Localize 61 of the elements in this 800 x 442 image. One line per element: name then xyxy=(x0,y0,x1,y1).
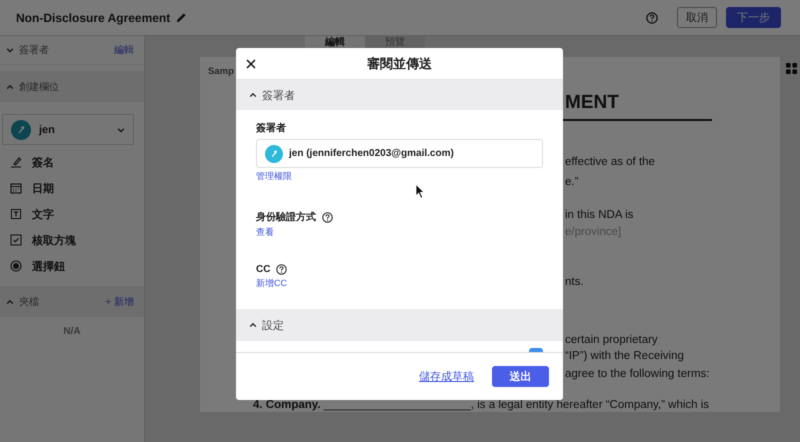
close-icon[interactable] xyxy=(246,59,256,69)
help-icon[interactable] xyxy=(322,212,333,222)
document-text: in this NDA is xyxy=(565,208,634,223)
submit-button[interactable]: 送出 xyxy=(492,366,549,387)
save-draft-link[interactable]: 儲存成草稿 xyxy=(419,369,474,384)
field-tool-label: 簽名 xyxy=(32,156,54,170)
cursor-icon xyxy=(415,183,426,200)
field-tool[interactable]: 選擇鈕 xyxy=(0,253,144,279)
document-text: 4. Company. _______________________, is a legal entity hereafter “Company,” which is xyxy=(253,398,710,412)
view-link[interactable]: 查看 xyxy=(256,226,274,239)
section-header[interactable]: 簽署者 編輯 xyxy=(0,36,144,65)
pen-icon xyxy=(10,156,22,168)
pencil-icon[interactable] xyxy=(176,12,188,23)
field-tool[interactable]: 簽名 xyxy=(0,149,144,175)
section-header[interactable]: 創建欄位 xyxy=(0,71,144,102)
cancel-button[interactable]: 取消 xyxy=(677,7,717,28)
field-tool[interactable]: 日期 xyxy=(0,175,144,201)
next-button[interactable]: 下一步 xyxy=(726,7,781,28)
document-text: certain proprietary xyxy=(565,333,659,348)
section-title: 設定 xyxy=(262,318,284,332)
checkbox-icon xyxy=(10,234,22,246)
section-title: 簽署者 xyxy=(262,88,295,102)
document-text: Samp xyxy=(208,65,235,79)
document-text: “IP”) with the Receiving xyxy=(565,349,685,364)
section-title: 簽署者 xyxy=(19,44,49,57)
section-action-link[interactable]: + 新增 xyxy=(105,294,134,308)
view-tab[interactable]: 編輯 xyxy=(305,36,365,49)
signer-dropdown[interactable]: jen xyxy=(2,114,134,145)
document-text: e.” xyxy=(565,175,580,190)
add-cc-link[interactable]: 新增CC xyxy=(256,277,287,290)
manage-permissions-link[interactable]: 管理權限 xyxy=(256,170,292,183)
chevron-icon xyxy=(117,126,125,134)
avatar-icon xyxy=(11,120,31,140)
dialog-title: 審閱並傳送 xyxy=(367,54,432,72)
document-text: agree to the following terms: xyxy=(565,367,710,382)
section-header[interactable]: 設定 xyxy=(236,309,563,341)
help-icon[interactable] xyxy=(276,264,288,275)
document-text: nts. xyxy=(565,275,585,290)
section-action-link[interactable]: 編輯 xyxy=(114,43,134,57)
document-title: Non-Disclosure Agreement xyxy=(16,10,170,24)
calendar-icon xyxy=(10,182,22,194)
signer-name: jen (jenniferchen0203@gmail.com) xyxy=(289,148,454,159)
section-header[interactable]: 夾檔 + 新增 xyxy=(0,286,144,317)
field-tool-label: 選擇鈕 xyxy=(32,260,65,274)
field-tool-label: 日期 xyxy=(32,182,54,196)
empty-text: N/A xyxy=(62,326,82,337)
section-title: 夾檔 xyxy=(19,296,39,308)
text-field-icon xyxy=(10,208,22,220)
grid-icon[interactable] xyxy=(786,63,797,74)
radio-icon xyxy=(10,260,22,272)
field-tool-label: 核取方塊 xyxy=(32,234,76,248)
avatar-icon xyxy=(265,144,283,162)
section-header[interactable]: 簽署者 xyxy=(236,80,563,110)
document-text: effective as of the xyxy=(565,155,656,170)
field-tool[interactable]: 核取方塊 xyxy=(0,227,144,253)
field-label: 身份驗證方式 xyxy=(256,210,316,224)
field-tool-label: 文字 xyxy=(32,208,54,222)
field-label: CC xyxy=(256,264,270,275)
section-title: 創建欄位 xyxy=(19,80,59,94)
field-tool[interactable]: 文字 xyxy=(0,201,144,227)
field-label: 簽署者 xyxy=(256,122,287,135)
